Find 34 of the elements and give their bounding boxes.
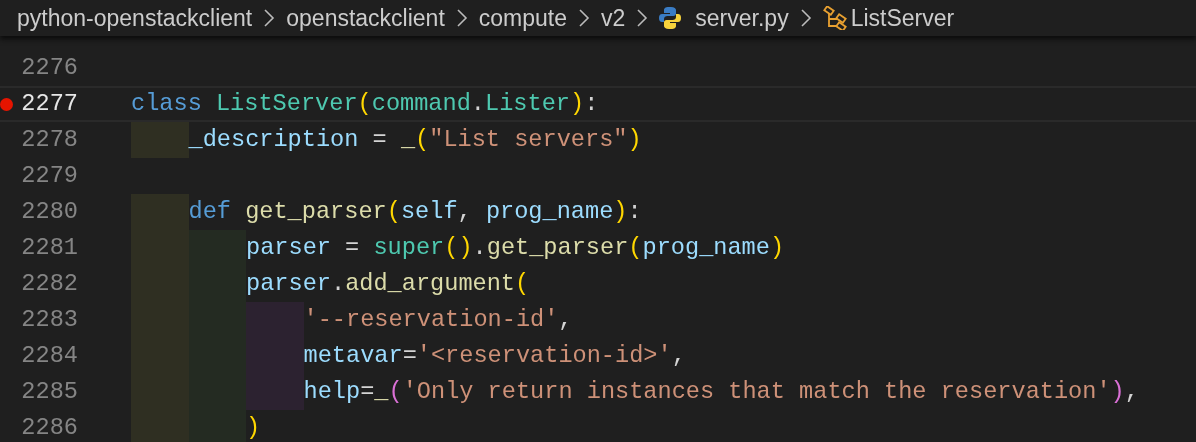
- line-number: 2283: [20, 305, 78, 336]
- code-line: ): [246, 413, 261, 442]
- chevron-right-icon: [799, 8, 812, 28]
- breakpoint-icon[interactable]: [0, 97, 13, 111]
- breadcrumb-item[interactable]: server.py: [695, 0, 789, 36]
- code-line: class ListServer(command.Lister):: [131, 89, 599, 119]
- line-number: 2280: [20, 197, 78, 228]
- chevron-right-icon: [636, 8, 649, 28]
- chevron-right-icon: [578, 8, 591, 28]
- line-number: 2284: [20, 341, 78, 372]
- line-number: 2286: [20, 413, 78, 442]
- breadcrumb-item[interactable]: python-openstackclient: [17, 0, 253, 36]
- line-number: 2285: [20, 377, 78, 408]
- line-number: 2282: [20, 269, 78, 300]
- python-icon: [659, 6, 682, 30]
- line-number: 2278: [20, 125, 78, 156]
- breadcrumb-item[interactable]: compute: [478, 0, 568, 36]
- chevron-right-icon: [263, 8, 276, 28]
- code-line: _description = _("List servers"): [188, 125, 642, 155]
- chevron-right-icon: [455, 8, 468, 28]
- line-number: 2277: [20, 89, 78, 120]
- code-line: def get_parser(self, prog_name):: [188, 197, 642, 227]
- breadcrumb-item[interactable]: ListServer: [850, 0, 955, 36]
- breadcrumb-item[interactable]: openstackclient: [286, 0, 445, 36]
- line-number: 2276: [20, 53, 78, 84]
- line-number: 2279: [20, 161, 78, 192]
- breadcrumb-item[interactable]: v2: [601, 0, 626, 36]
- code-line: parser.add_argument(: [246, 269, 530, 299]
- code-line: '--reservation-id',: [303, 305, 573, 335]
- class-icon: [822, 6, 847, 30]
- code-line: metavar='<reservation-id>',: [303, 341, 686, 371]
- code-line: parser = super().get_parser(prog_name): [246, 233, 785, 263]
- line-number: 2281: [20, 233, 78, 264]
- code-line: help=_('Only return instances that match the reservation'),: [303, 377, 1139, 407]
